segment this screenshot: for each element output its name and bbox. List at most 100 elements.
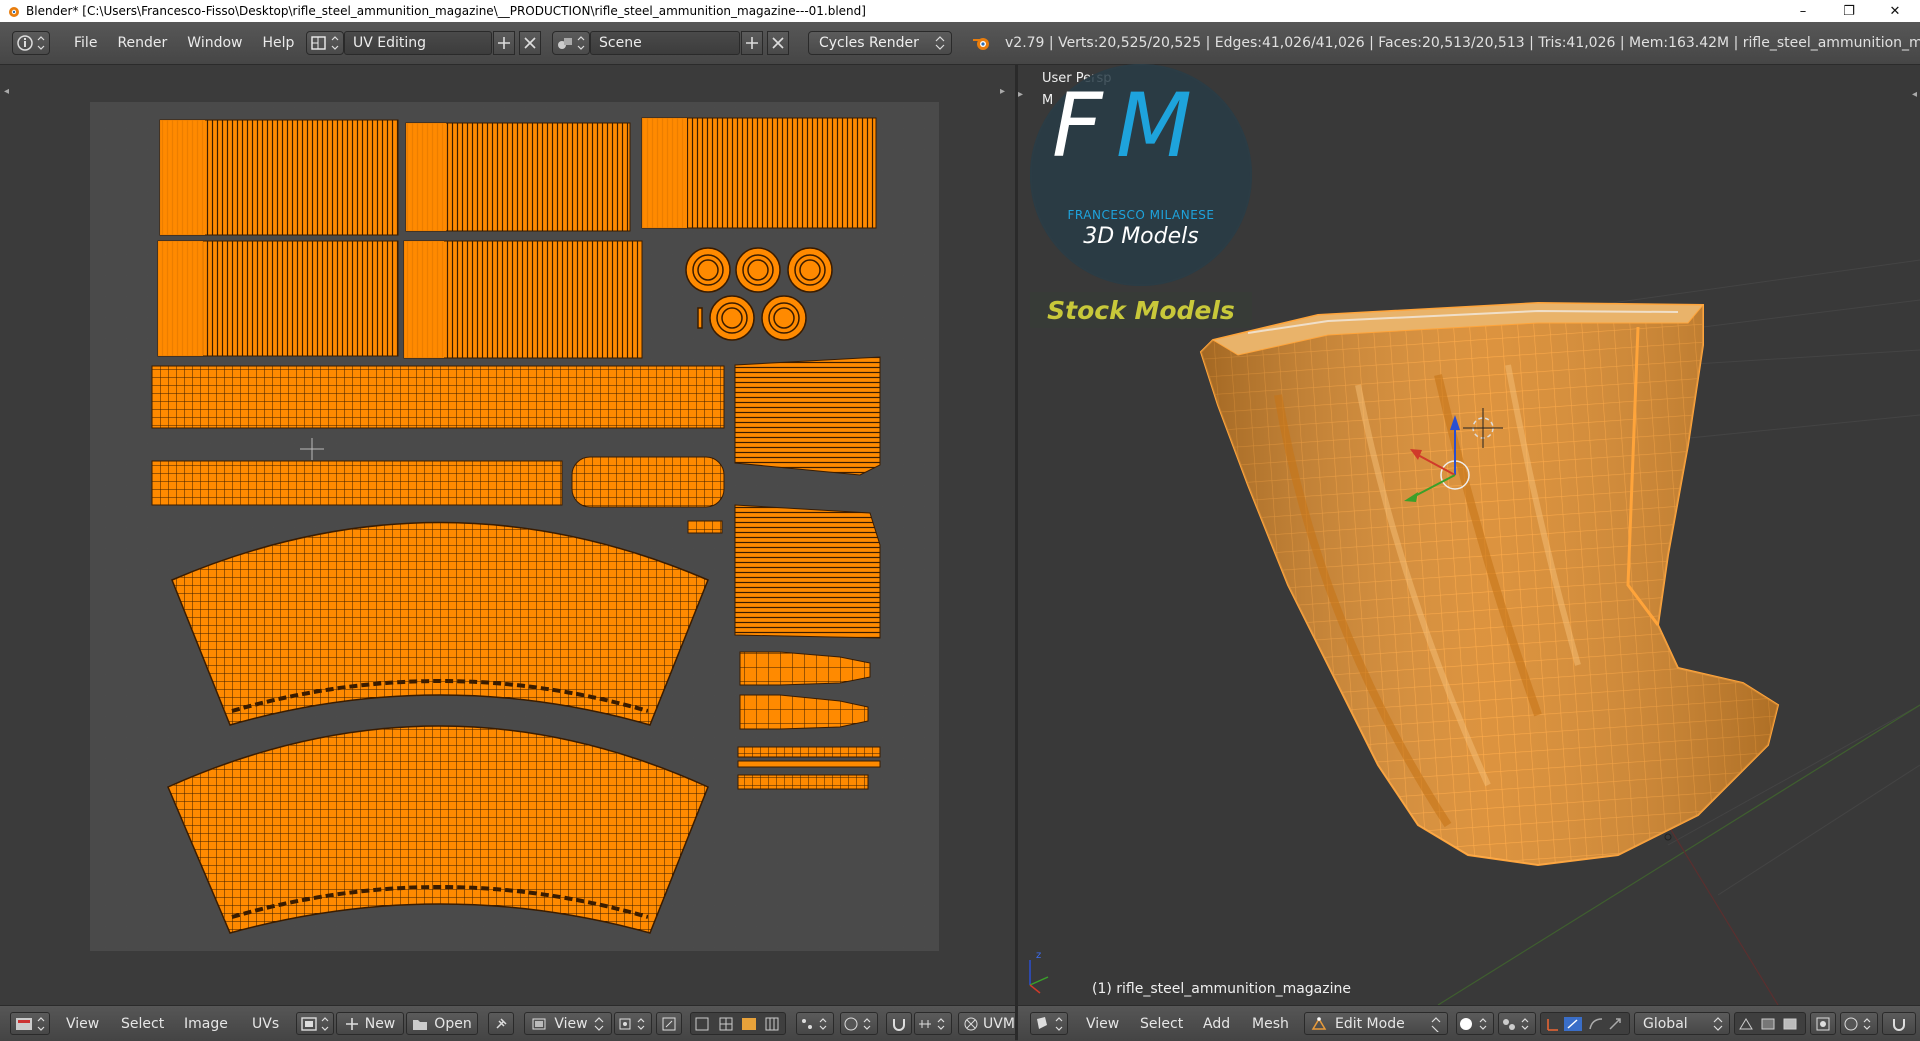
- view-axes-widget: z: [1029, 950, 1049, 994]
- menu-render[interactable]: Render: [107, 35, 177, 51]
- select-mode-group[interactable]: [690, 1012, 786, 1035]
- magnet-icon: [893, 1018, 905, 1031]
- uv-editor-header: View Select Image UVs New Open View UVM: [0, 1005, 1018, 1041]
- uv-editor-type-button[interactable]: [10, 1012, 50, 1035]
- layout-icon: [311, 36, 339, 50]
- select-mode-3d-group[interactable]: [1734, 1012, 1806, 1035]
- proportional-icon: [844, 1017, 871, 1030]
- shading-select[interactable]: [1456, 1012, 1494, 1035]
- open-image-button[interactable]: Open: [406, 1012, 478, 1035]
- sync-selection-button[interactable]: [656, 1012, 682, 1035]
- window-title: Blender* [C:\Users\Francesco-Fisso\Deskt…: [26, 4, 866, 18]
- limit-selection-toggle[interactable]: [1810, 1012, 1836, 1035]
- logo-letter-m: M: [1116, 74, 1192, 177]
- snap-3d-toggle[interactable]: [1882, 1012, 1916, 1035]
- magazine-mesh[interactable]: [1199, 301, 1780, 867]
- updown-arrows-icon: [935, 36, 945, 50]
- screen-layout-button[interactable]: [306, 31, 344, 55]
- open-image-label: Open: [434, 1015, 472, 1032]
- svg-text:◂: ◂: [1912, 89, 1917, 100]
- view-mode-select[interactable]: View: [524, 1012, 612, 1035]
- x-axis-line: [1667, 824, 1779, 1005]
- snap-toggle[interactable]: [886, 1012, 912, 1035]
- proportional-icon: [1844, 1017, 1871, 1030]
- image-icon: [301, 1016, 329, 1031]
- logo-author: FRANCESCO MILANESE: [1067, 208, 1215, 222]
- editor-type-button[interactable]: [12, 31, 50, 55]
- info-icon: [17, 35, 45, 51]
- window-titlebar: Blender* [C:\Users\Francesco-Fisso\Deskt…: [0, 0, 1920, 22]
- scene-browse-button[interactable]: [552, 31, 590, 55]
- vertex-marker: [1664, 833, 1672, 841]
- updown-arrows-icon: [1713, 1016, 1723, 1031]
- sync-icon: [662, 1017, 676, 1030]
- svg-text:◂: ◂: [4, 86, 9, 97]
- close-button[interactable]: ✕: [1872, 0, 1918, 22]
- x-icon: [524, 37, 536, 49]
- uv-canvas[interactable]: ◂ ▸: [0, 65, 1015, 1005]
- svg-text:▸: ▸: [1018, 89, 1023, 100]
- mode-label: Edit Mode: [1335, 1015, 1405, 1032]
- viewport-menu-add[interactable]: Add: [1203, 1006, 1230, 1041]
- pin-button[interactable]: [488, 1012, 514, 1035]
- stock-models-badge: Stock Models: [1030, 292, 1252, 328]
- menu-window[interactable]: Window: [177, 35, 252, 51]
- snap-element-select[interactable]: [914, 1012, 952, 1035]
- solid-shading-icon: [1460, 1017, 1487, 1030]
- viewport-menu-select[interactable]: Select: [1140, 1006, 1183, 1041]
- image-browse-button[interactable]: [296, 1012, 334, 1035]
- restore-button[interactable]: ❐: [1826, 0, 1872, 22]
- add-layout-button[interactable]: [493, 31, 515, 55]
- logo-letter-f: F: [1052, 74, 1103, 177]
- pivot-icon: [619, 1017, 645, 1030]
- watermark-logo: F M FRANCESCO MILANESE 3D Models: [1030, 64, 1252, 286]
- menu-file[interactable]: File: [64, 35, 107, 51]
- proportional-edit-select[interactable]: [840, 1012, 878, 1035]
- pivot-point-icon: [1503, 1017, 1529, 1030]
- uv-map-select[interactable]: UVM: [958, 1012, 1018, 1035]
- pin-icon: [496, 1017, 507, 1029]
- layout-name-field[interactable]: UV Editing: [344, 31, 492, 55]
- delete-layout-button[interactable]: [519, 31, 541, 55]
- add-scene-button[interactable]: [741, 31, 763, 55]
- menu-help[interactable]: Help: [252, 35, 304, 51]
- sticky-mode-select[interactable]: [796, 1012, 834, 1035]
- minimize-button[interactable]: –: [1780, 0, 1826, 22]
- active-object-label: (1) rifle_steel_ammunition_magazine: [1092, 981, 1351, 997]
- orientation-select[interactable]: Global: [1634, 1012, 1730, 1035]
- manipulator-group[interactable]: [1540, 1012, 1630, 1035]
- select-mode-icons: [695, 1017, 779, 1030]
- proportional-edit-3d-select[interactable]: [1840, 1012, 1878, 1035]
- scene-statistics: v2.79 | Verts:20,525/20,525 | Edges:41,0…: [1005, 35, 1920, 51]
- updown-arrows-icon: [1431, 1016, 1441, 1032]
- blender-logo-icon: [973, 38, 989, 50]
- uv-menu-view[interactable]: View: [66, 1006, 99, 1041]
- delete-scene-button[interactable]: [767, 31, 789, 55]
- uv-menu-select[interactable]: Select: [121, 1006, 164, 1041]
- 3d-view-icon: [1037, 1016, 1063, 1031]
- pivot-select[interactable]: [614, 1012, 652, 1035]
- magnet-icon: [1893, 1018, 1905, 1031]
- viewport-editor-type-button[interactable]: [1030, 1012, 1068, 1035]
- snap-element-icon: [919, 1017, 945, 1030]
- viewport-menu-view[interactable]: View: [1086, 1006, 1119, 1041]
- plus-icon: [345, 1017, 358, 1030]
- image-editor-icon: [16, 1016, 45, 1031]
- new-image-button[interactable]: New: [336, 1012, 404, 1035]
- uv-map-icon: [964, 1017, 978, 1030]
- plus-icon: [746, 37, 758, 49]
- viewport-menu-mesh[interactable]: Mesh: [1252, 1006, 1289, 1041]
- pivot-point-select[interactable]: [1498, 1012, 1536, 1035]
- mode-select[interactable]: Edit Mode: [1304, 1012, 1448, 1035]
- logo-subtitle: 3D Models: [1083, 224, 1199, 249]
- svg-text:▸: ▸: [1000, 86, 1005, 97]
- uv-menu-uvs[interactable]: UVs: [252, 1006, 279, 1041]
- viewport-header: View Select Add Mesh Edit Mode Global: [1018, 1005, 1920, 1041]
- svg-text:z: z: [1036, 950, 1041, 961]
- orientation-label: Global: [1643, 1015, 1688, 1032]
- uv-image-editor[interactable]: ◂ ▸: [0, 65, 1015, 1005]
- info-header: File Render Window Help UV Editing Scene…: [0, 22, 1920, 65]
- uv-menu-image[interactable]: Image: [184, 1006, 228, 1041]
- render-engine-select[interactable]: Cycles Render: [808, 31, 952, 55]
- scene-name-field[interactable]: Scene: [590, 31, 740, 55]
